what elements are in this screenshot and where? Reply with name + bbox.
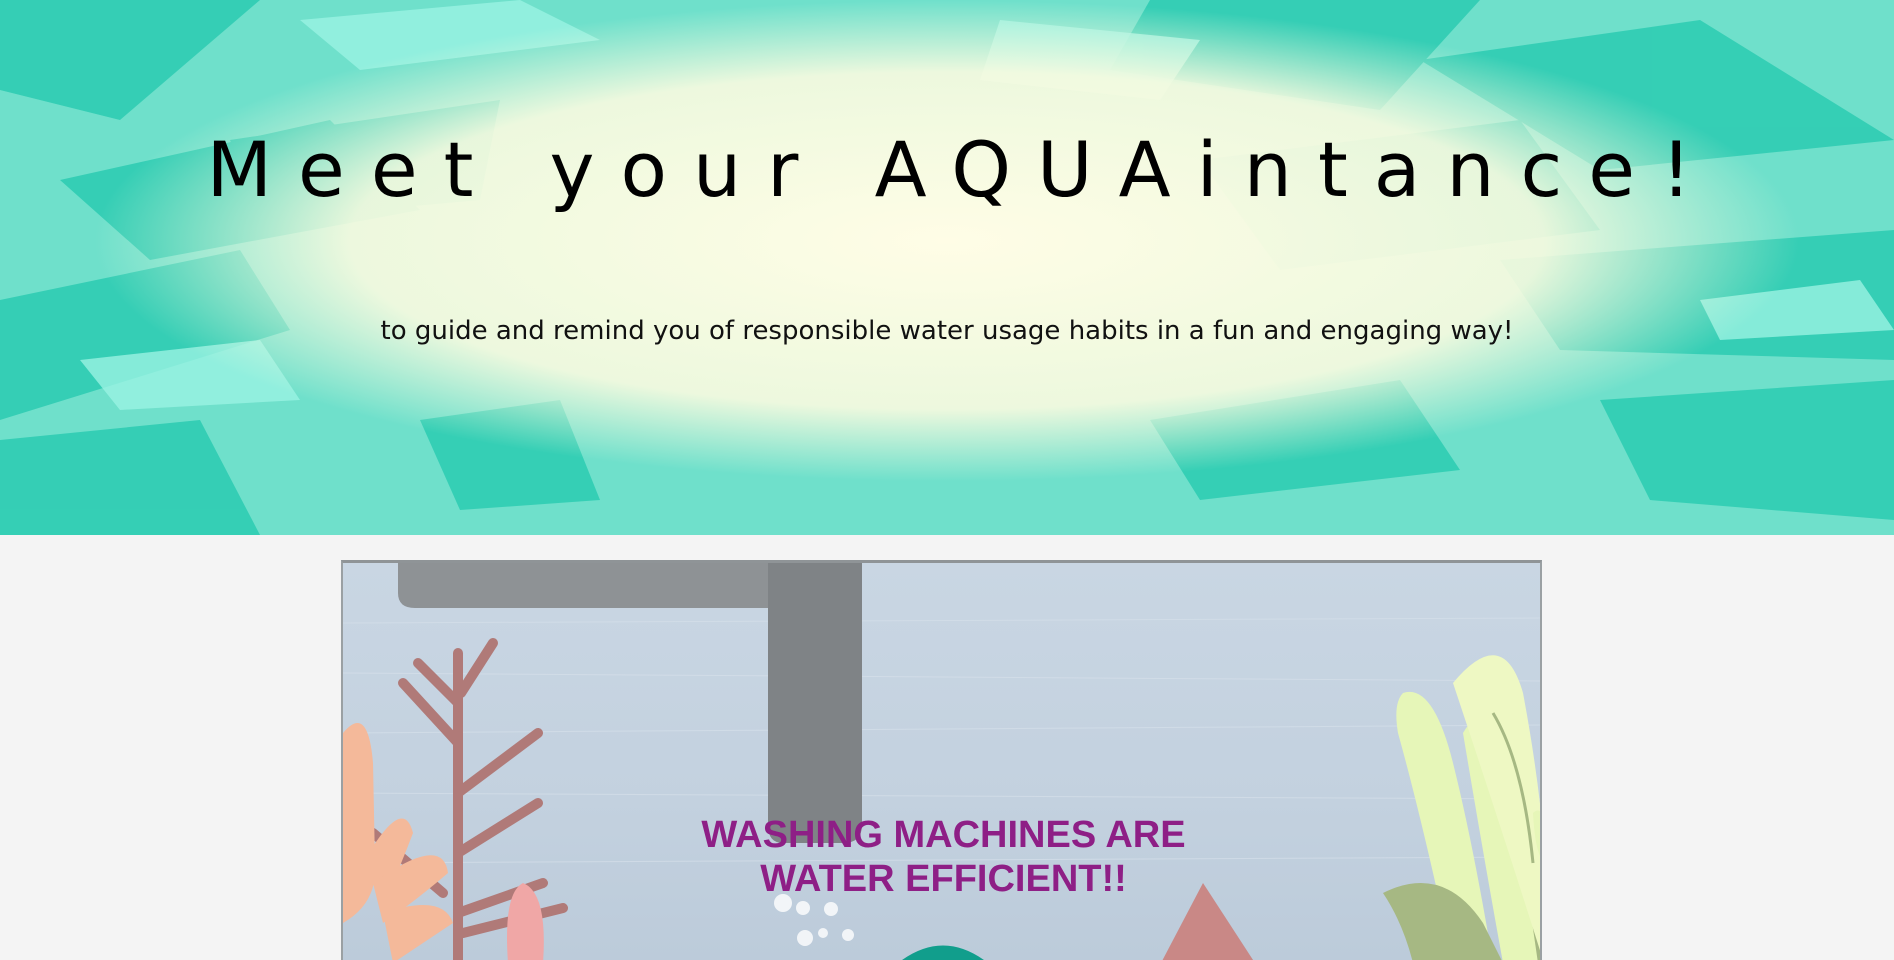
hero-subtitle: to guide and remind you of responsible w… [0, 316, 1894, 346]
bubbles-icon [774, 894, 854, 946]
game-message-line2: WATER EFFICIENT!! [343, 857, 1542, 901]
game-canvas[interactable]: WASHING MACHINES ARE WATER EFFICIENT!! [341, 560, 1542, 960]
seaweed-right-icon [1383, 655, 1542, 960]
water-ripple-background [0, 0, 1894, 535]
game-message: WASHING MACHINES ARE WATER EFFICIENT!! [343, 813, 1542, 901]
game-message-line1: WASHING MACHINES ARE [343, 813, 1542, 857]
fish-icon [898, 946, 988, 960]
hero-title: Meet your AQUAintance! [0, 125, 1894, 214]
hero-banner: Meet your AQUAintance! to guide and remi… [0, 0, 1894, 535]
pipe-icon [398, 563, 862, 843]
